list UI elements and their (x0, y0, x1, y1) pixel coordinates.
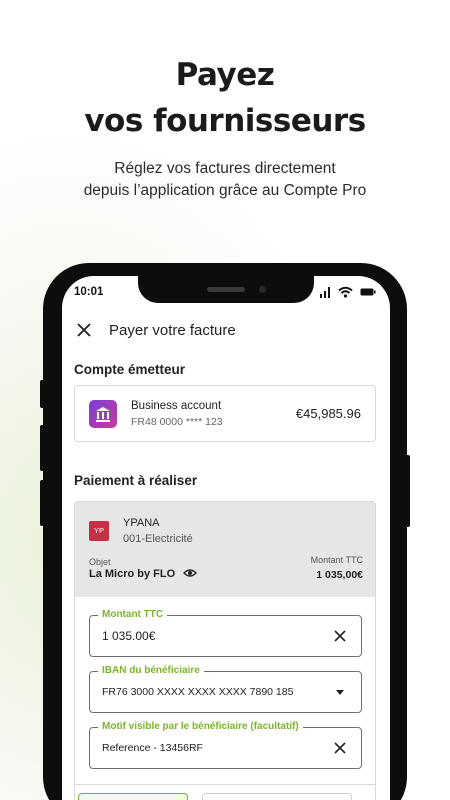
amount-field-value[interactable]: 1 035.00€ (102, 629, 155, 643)
headline-line-1: Payez (175, 57, 275, 93)
phone-volume-up (40, 425, 44, 471)
reason-field-label: Motif visible par le bénéficiaire (facul… (98, 721, 303, 732)
promo-headline: Payez vos fournisseurs (0, 52, 450, 144)
iban-field-value[interactable]: FR76 3000 XXXX XXXX XXXX 7890 185 (102, 686, 293, 698)
iban-field-label: IBAN du bénéficiaire (98, 665, 204, 676)
eye-icon[interactable] (183, 568, 198, 578)
supplier-reference: 001-Electricité (123, 533, 193, 545)
payment-card: YP YPANA 001-Electricité Objet La Micro … (74, 501, 376, 800)
front-camera (259, 286, 266, 293)
object-value-text: La Micro by FLO (89, 568, 176, 580)
bank-icon (89, 400, 117, 428)
issuer-account-card[interactable]: Business account FR48 0000 **** 123 €45,… (74, 385, 376, 442)
status-icons (319, 286, 376, 298)
amount-field-label: Montant TTC (98, 609, 168, 620)
account-name: Business account (131, 400, 222, 412)
phone-side-button (40, 380, 44, 408)
clear-icon[interactable] (333, 629, 347, 643)
account-balance: €45,985.96 (295, 406, 361, 421)
status-time: 10:01 (74, 286, 104, 298)
amount-label: Montant TTC (310, 555, 363, 565)
signal-icon (320, 287, 330, 298)
clear-icon[interactable] (333, 741, 347, 755)
issuer-section-label: Compte émetteur (74, 362, 186, 377)
page-title: Payer votre facture (109, 322, 236, 339)
subline-line-1: Réglez vos factures directement (114, 160, 336, 177)
phone-volume-down (40, 480, 44, 526)
wifi-icon (338, 286, 353, 298)
supplier-summary: YP YPANA 001-Electricité Objet La Micro … (75, 502, 375, 597)
object-label: Objet (89, 557, 111, 567)
reason-field[interactable]: Motif visible par le bénéficiaire (facul… (89, 721, 362, 769)
reason-field-value[interactable]: Reference - 13456RF (102, 742, 203, 754)
phone-power-button (406, 455, 410, 527)
subline-line-2: depuis l’application grâce au Compte Pro (83, 182, 367, 199)
iban-field[interactable]: IBAN du bénéficiaire FR76 3000 XXXX XXXX… (89, 665, 362, 713)
supplier-badge: YP (89, 521, 109, 541)
promo-subline: Réglez vos factures directement depuis l… (0, 158, 450, 202)
battery-icon (360, 288, 376, 296)
app-bar: Payer votre facture (62, 316, 390, 346)
close-icon[interactable] (76, 322, 92, 338)
phone-notch (138, 276, 314, 303)
phone-screen: 10:01 Payer votre facture Compte émetteu… (62, 276, 390, 800)
option-button-primary[interactable] (78, 793, 188, 800)
speaker-grille (207, 287, 245, 292)
divider (75, 784, 375, 785)
amount-field[interactable]: Montant TTC 1 035.00€ (89, 609, 362, 657)
headline-line-2: vos fournisseurs (84, 103, 366, 139)
option-button-secondary[interactable] (202, 793, 352, 800)
payment-section-label: Paiement à réaliser (74, 473, 198, 488)
amount-value: 1 035,00€ (316, 569, 363, 581)
account-iban: FR48 0000 **** 123 (131, 416, 223, 428)
object-value: La Micro by FLO (89, 568, 198, 580)
dropdown-arrow-icon[interactable] (333, 685, 347, 699)
supplier-name: YPANA (123, 517, 160, 529)
